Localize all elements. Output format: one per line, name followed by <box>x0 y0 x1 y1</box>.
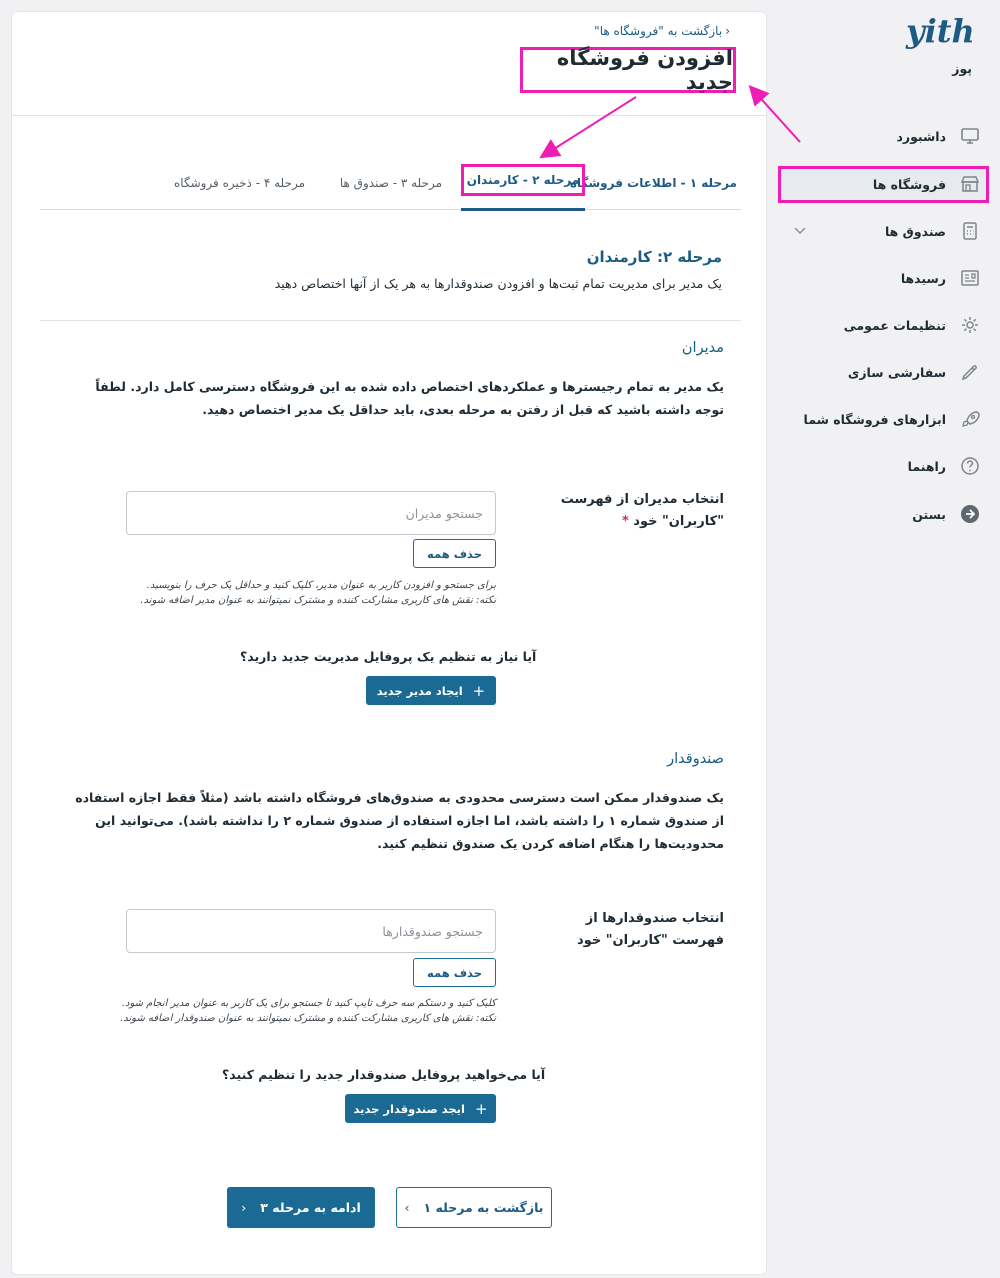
yith-logo-mark: yith <box>905 12 975 50</box>
page-title-highlight: افزودن فروشگاه جدید <box>520 46 736 94</box>
managers-field-label-text: انتخاب مدیران از فهرست "کاربران" خود <box>560 492 724 529</box>
sidebar-item-label: صندوق ها <box>884 223 946 239</box>
sidebar-item-general-settings[interactable]: تنظیمات عمومی <box>788 310 980 340</box>
sidebar-item-label: سفارشی سازی <box>847 364 946 380</box>
close-arrow-icon <box>960 504 980 524</box>
brand-subtitle: پوز <box>952 61 972 76</box>
sidebar-item-receipts[interactable]: رسیدها <box>788 263 980 293</box>
chevron-left-icon: ‹ <box>725 24 730 38</box>
sidebar-item-label: راهنما <box>907 458 946 474</box>
tab-step-2[interactable]: مرحله ۲ - کارمندان <box>461 164 585 196</box>
divider <box>40 320 741 321</box>
back-to-step-1-button[interactable]: بازگشت به مرحله ۱ › <box>396 1187 552 1228</box>
active-tab-underline <box>461 208 585 211</box>
sidebar-item-registers[interactable]: صندوق ها <box>788 216 980 246</box>
create-cashier-label: ایجد صندوقدار جدید <box>353 1101 465 1116</box>
page-header: ‹ بازگشت به "فروشگاه ها" افزودن فروشگاه … <box>12 12 766 116</box>
sidebar-item-customization[interactable]: سفارشی سازی <box>788 357 980 387</box>
store-icon <box>960 174 980 194</box>
managers-section-title: مدیران <box>681 340 724 356</box>
managers-clear-all-button[interactable]: حذف همه <box>413 539 496 568</box>
sidebar-item-dashboard[interactable]: داشبورد <box>788 121 980 151</box>
sidebar-item-label: ابزارهای فروشگاه شما <box>803 411 947 427</box>
create-manager-button[interactable]: + ایجاد مدیر جدید <box>366 676 496 705</box>
step-subtitle: یک مدیر برای مدیریت تمام ثبت‌ها و افزودن… <box>274 276 722 291</box>
chevron-left-icon: ‹ <box>241 1200 247 1215</box>
cashiers-clear-all-button[interactable]: حذف همه <box>413 958 496 987</box>
create-manager-label: ایجاد مدیر جدید <box>376 683 463 698</box>
sidebar-item-close[interactable]: بستن <box>788 499 980 529</box>
yith-logo: yith <box>904 12 975 56</box>
sidebar-item-label: فروشگاه ها <box>872 176 946 192</box>
managers-hint-line-1: برای جستجو و افزودن کاربر به عنوان مدیر،… <box>146 580 496 591</box>
required-mark: * <box>621 514 629 529</box>
create-cashier-button[interactable]: + ایجد صندوقدار جدید <box>345 1094 496 1123</box>
cashiers-field-label: انتخاب صندوقدارها از فهرست "کاربران" خود <box>577 911 724 948</box>
cashiers-search-input[interactable] <box>126 909 496 953</box>
continue-to-step-3-label: ادامه به مرحله ۳ <box>260 1200 361 1215</box>
managers-hint-line-2: نکته: نقش های کاربری مشارکت کننده و مشتر… <box>140 595 496 606</box>
sidebar-item-label: بستن <box>912 506 946 522</box>
sidebar-item-label: داشبورد <box>896 128 946 144</box>
managers-field-label: انتخاب مدیران از فهرست "کاربران" خود * <box>544 489 724 533</box>
cashiers-hint-line-2: نکته: نقش های کاربری مشارکت کننده و مشتر… <box>120 1013 496 1024</box>
step-tabs: مرحله ۱ - اطلاعات فروشگاه مرحله ۲ - کارم… <box>40 162 741 211</box>
managers-hint: برای جستجو و افزودن کاربر به عنوان مدیر،… <box>76 578 496 608</box>
back-to-stores-link[interactable]: ‹ بازگشت به "فروشگاه ها" <box>594 24 730 38</box>
main-card: ‹ بازگشت به "فروشگاه ها" افزودن فروشگاه … <box>11 11 767 1275</box>
gear-icon <box>960 315 980 335</box>
continue-to-step-3-button[interactable]: ادامه به مرحله ۳ ‹ <box>227 1187 375 1228</box>
cashiers-question: آیا می‌خواهید پروفایل صندوقدار جدید را ت… <box>222 1067 546 1082</box>
chevron-down-icon[interactable] <box>793 222 807 241</box>
back-to-step-1-label: بازگشت به مرحله ۱ <box>423 1200 544 1215</box>
plus-icon: + <box>474 1099 488 1118</box>
managers-search-input[interactable] <box>126 491 496 535</box>
step-heading: مرحله ۲: کارمندان <box>586 248 722 266</box>
rocket-icon <box>960 409 980 429</box>
cashiers-description: یک صندوقدار ممکن است دسترسی محدودی به صن… <box>75 790 724 851</box>
help-icon <box>960 456 980 476</box>
calculator-icon <box>960 221 980 241</box>
sidebar-item-stores[interactable]: فروشگاه ها <box>788 169 980 199</box>
sidebar-item-store-tools[interactable]: ابزارهای فروشگاه شما <box>788 404 980 434</box>
managers-question: آیا نیاز به تنظیم یک پروفایل مدیریت جدید… <box>240 649 537 664</box>
monitor-icon <box>960 126 980 146</box>
chevron-right-icon: › <box>404 1200 410 1215</box>
receipt-icon <box>960 268 980 288</box>
cashiers-hint-line-1: کلیک کنید و دستکم سه حرف تایپ کنید تا جس… <box>121 998 496 1009</box>
tab-step-1[interactable]: مرحله ۱ - اطلاعات فروشگاه <box>570 176 737 190</box>
back-link-label: بازگشت به "فروشگاه ها" <box>594 24 723 38</box>
sidebar-item-label: تنظیمات عمومی <box>843 317 946 333</box>
plus-icon: + <box>472 681 486 700</box>
yith-logo-text: yith <box>905 12 972 50</box>
cashiers-hint: کلیک کنید و دستکم سه حرف تایپ کنید تا جس… <box>76 996 496 1026</box>
managers-description: یک مدیر به تمام رجیسترها و عملکردهای اخت… <box>95 379 724 417</box>
cashiers-section-title: صندوقدار <box>667 751 724 767</box>
tab-step-3[interactable]: مرحله ۳ - صندوق ها <box>340 176 442 190</box>
dropper-icon <box>960 362 980 382</box>
tab-step-4[interactable]: مرحله ۴ - ذخیره فروشگاه <box>174 176 305 190</box>
sidebar-item-help[interactable]: راهنما <box>788 451 980 481</box>
page-title: افزودن فروشگاه جدید <box>556 46 733 94</box>
sidebar-item-label: رسیدها <box>900 270 946 286</box>
